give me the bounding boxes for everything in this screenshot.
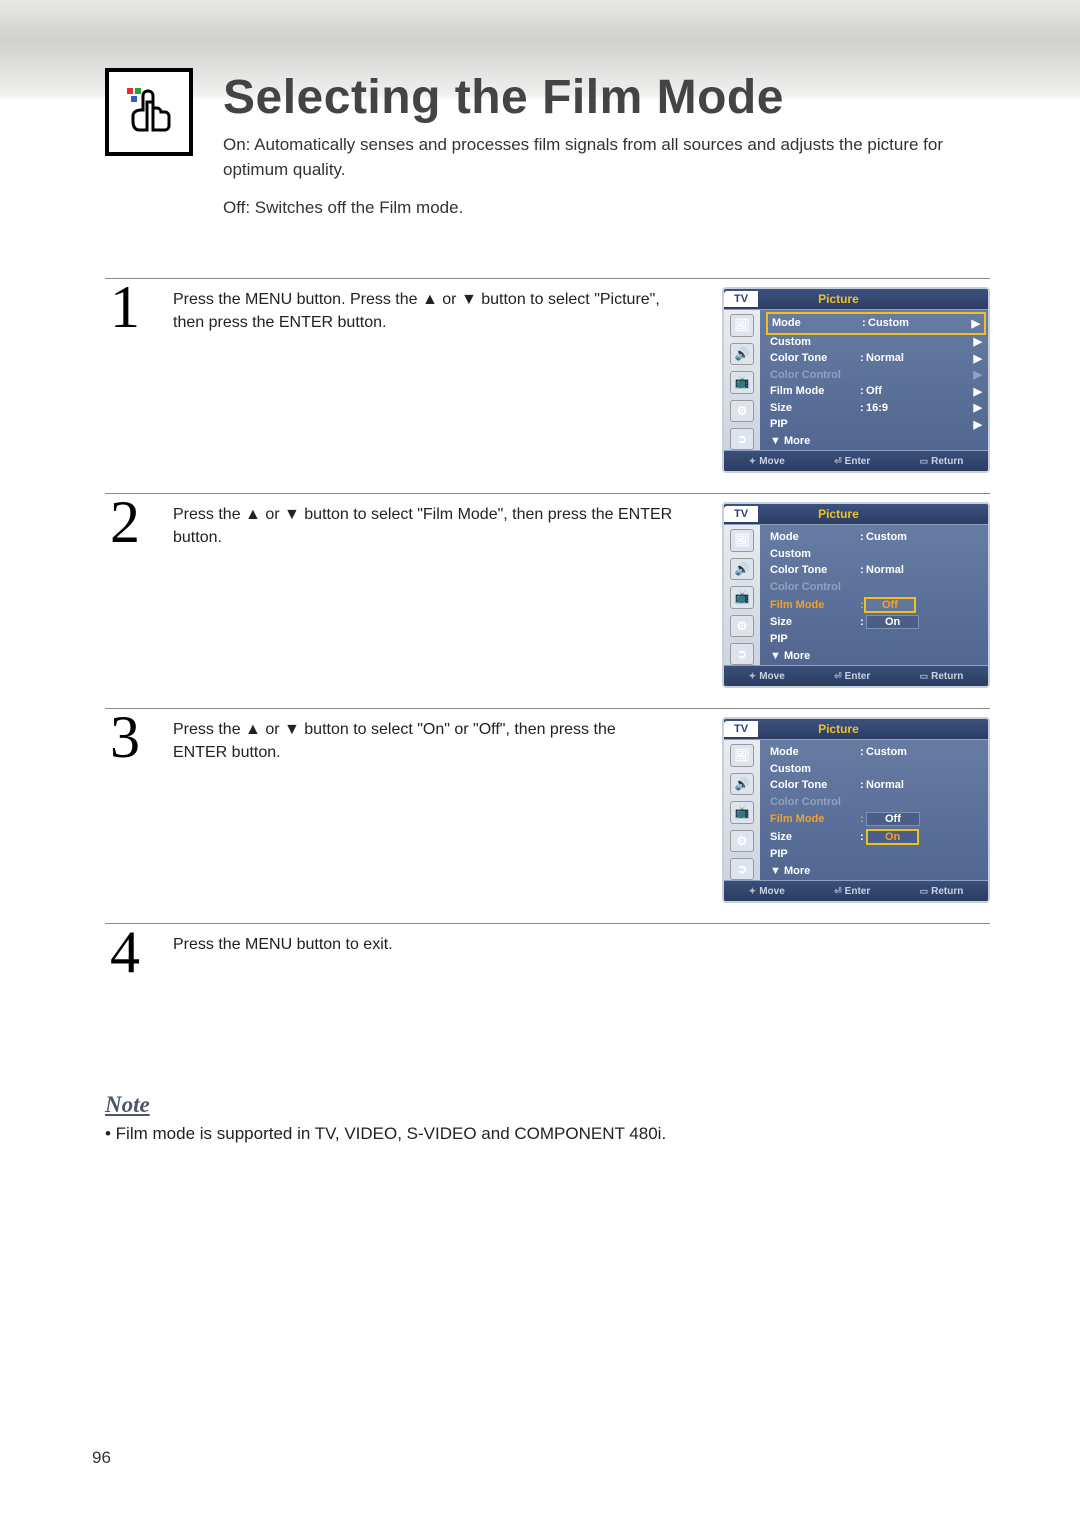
osd-row-mode: Mode: Custom bbox=[770, 529, 982, 544]
return-icon: ▭ bbox=[920, 456, 929, 467]
osd-tv-badge: TV bbox=[724, 506, 758, 522]
osd-row-more: ▼ More bbox=[770, 434, 982, 449]
osd-row-filmmode: Film Mode: Off bbox=[770, 812, 982, 827]
sound-icon: 🔊 bbox=[730, 773, 754, 795]
note-text: • Film mode is supported in TV, VIDEO, S… bbox=[105, 1124, 990, 1144]
page-number: 96 bbox=[92, 1448, 111, 1468]
osd-row-filmmode: Film Mode: Off bbox=[770, 597, 982, 613]
osd-row-colorcontrol: Color Control bbox=[770, 580, 982, 595]
return-icon: ▭ bbox=[920, 671, 929, 682]
setup-icon: ⚙ bbox=[730, 400, 754, 422]
osd-title: Picture bbox=[818, 292, 859, 306]
osd-title: Picture bbox=[818, 722, 859, 736]
channel-icon: 📺 bbox=[730, 801, 754, 823]
note-section: Note • Film mode is supported in TV, VID… bbox=[105, 1092, 990, 1144]
step-number: 1 bbox=[105, 283, 145, 331]
osd-row-custom: Custom▶ bbox=[770, 335, 982, 350]
osd-footer: ✦Move ⏎Enter ▭Return bbox=[724, 450, 988, 471]
osd-screenshot-3: TV Picture 🖼 🔊 📺 ⚙ ➲ Mo bbox=[722, 717, 990, 903]
osd-row-colorcontrol: Color Control bbox=[770, 795, 982, 810]
picture-icon: 🖼 bbox=[730, 744, 754, 766]
step-text: Press the MENU button. Press the ▲ or ▼ … bbox=[173, 289, 694, 334]
osd-row-custom: Custom bbox=[770, 546, 982, 561]
osd-screenshot-2: TV Picture 🖼 🔊 📺 ⚙ ➲ Mo bbox=[722, 502, 990, 688]
osd-iconbar: 🖼 🔊 📺 ⚙ ➲ bbox=[724, 525, 760, 665]
osd-row-size: Size: On bbox=[770, 615, 982, 630]
osd-iconbar: 🖼 🔊 📺 ⚙ ➲ bbox=[724, 740, 760, 880]
osd-row-pip: PIP bbox=[770, 632, 982, 647]
sound-icon: 🔊 bbox=[730, 343, 754, 365]
osd-row-filmmode: Film Mode: Off▶ bbox=[770, 384, 982, 399]
picture-icon: 🖼 bbox=[730, 529, 754, 551]
osd-row-size: Size: On bbox=[770, 829, 982, 845]
input-icon: ➲ bbox=[730, 858, 754, 880]
osd-title: Picture bbox=[818, 507, 859, 521]
option-off: Off bbox=[866, 812, 920, 826]
option-on-selected: On bbox=[866, 829, 919, 845]
return-icon: ▭ bbox=[920, 886, 929, 897]
move-icon: ✦ bbox=[749, 456, 757, 467]
sound-icon: 🔊 bbox=[730, 558, 754, 580]
osd-row-colortone: Color Tone: Normal▶ bbox=[770, 351, 982, 366]
step-number: 2 bbox=[105, 498, 145, 546]
osd-row-mode: Mode: Custom▶ bbox=[766, 312, 986, 334]
osd-row-colorcontrol: Color Control▶ bbox=[770, 368, 982, 383]
step-2: 2 Press the ▲ or ▼ button to select "Fil… bbox=[105, 493, 990, 688]
osd-iconbar: 🖼 🔊 📺 ⚙ ➲ bbox=[724, 310, 760, 450]
osd-row-pip: PIP▶ bbox=[770, 417, 982, 432]
enter-icon: ⏎ bbox=[834, 671, 842, 682]
step-text: Press the ▲ or ▼ button to select "On" o… bbox=[173, 719, 694, 764]
option-on: On bbox=[866, 615, 919, 629]
step-number: 3 bbox=[105, 713, 145, 761]
picture-icon: 🖼 bbox=[730, 314, 754, 336]
channel-icon: 📺 bbox=[730, 586, 754, 608]
enter-icon: ⏎ bbox=[834, 886, 842, 897]
intro-on-text: On: Automatically senses and processes f… bbox=[223, 133, 990, 182]
intro-off-text: Off: Switches off the Film mode. bbox=[223, 198, 990, 218]
input-icon: ➲ bbox=[730, 428, 754, 450]
input-icon: ➲ bbox=[730, 643, 754, 665]
osd-footer: ✦Move ⏎Enter ▭Return bbox=[724, 880, 988, 901]
osd-row-more: ▼ More bbox=[770, 648, 982, 663]
step-1: 1 Press the MENU button. Press the ▲ or … bbox=[105, 278, 990, 473]
osd-tv-badge: TV bbox=[724, 291, 758, 307]
osd-row-more: ▼ More bbox=[770, 863, 982, 878]
enter-icon: ⏎ bbox=[834, 456, 842, 467]
step-3: 3 Press the ▲ or ▼ button to select "On"… bbox=[105, 708, 990, 903]
osd-screenshot-1: TV Picture 🖼 🔊 📺 ⚙ ➲ Mo bbox=[722, 287, 990, 473]
step-text: Press the ▲ or ▼ button to select "Film … bbox=[173, 504, 694, 549]
pointing-hand-icon bbox=[105, 68, 193, 156]
osd-row-pip: PIP bbox=[770, 847, 982, 862]
osd-row-colortone: Color Tone: Normal bbox=[770, 563, 982, 578]
option-off-selected: Off bbox=[864, 597, 916, 613]
osd-row-custom: Custom bbox=[770, 761, 982, 776]
osd-row-mode: Mode: Custom bbox=[770, 744, 982, 759]
move-icon: ✦ bbox=[749, 671, 757, 682]
step-text: Press the MENU button to exit. bbox=[173, 934, 694, 956]
osd-row-colortone: Color Tone: Normal bbox=[770, 778, 982, 793]
step-number: 4 bbox=[105, 928, 145, 976]
channel-icon: 📺 bbox=[730, 371, 754, 393]
setup-icon: ⚙ bbox=[730, 830, 754, 852]
osd-tv-badge: TV bbox=[724, 721, 758, 737]
move-icon: ✦ bbox=[749, 886, 757, 897]
page-title: Selecting the Film Mode bbox=[223, 70, 990, 125]
osd-footer: ✦Move ⏎Enter ▭Return bbox=[724, 665, 988, 686]
osd-row-size: Size: 16:9▶ bbox=[770, 401, 982, 416]
step-4: 4 Press the MENU button to exit. bbox=[105, 923, 990, 992]
setup-icon: ⚙ bbox=[730, 615, 754, 637]
note-heading: Note bbox=[105, 1092, 990, 1118]
